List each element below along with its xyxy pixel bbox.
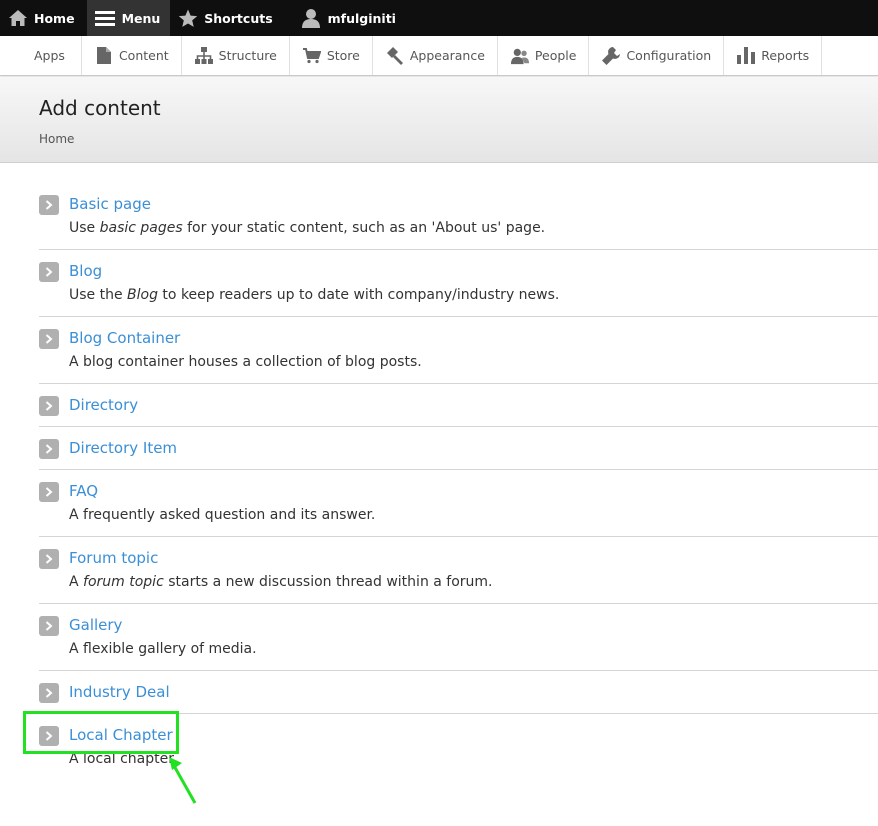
- content-type-link[interactable]: Gallery: [69, 616, 122, 634]
- description-text: A: [69, 574, 84, 590]
- user-icon: [301, 8, 322, 29]
- content-type-link[interactable]: Directory: [69, 396, 138, 414]
- description-text: for your static content, such as an 'Abo…: [182, 220, 546, 236]
- content-type-row: Directory Item: [39, 427, 878, 469]
- page-header: Add content Home: [0, 77, 878, 163]
- content-type-description: A forum topic starts a new discussion th…: [39, 571, 878, 603]
- star-icon: [177, 8, 198, 29]
- tray-item-reports[interactable]: Reports: [724, 36, 823, 75]
- chevron-right-icon[interactable]: [39, 328, 59, 349]
- chevron-right-icon[interactable]: [39, 725, 59, 746]
- content-type-description: A local chapter.: [39, 748, 878, 780]
- content-type-description: Use the Blog to keep readers up to date …: [39, 284, 878, 316]
- content-type-row: Directory: [39, 384, 878, 426]
- tray-item-label: Content: [118, 48, 169, 63]
- home-icon: [7, 8, 28, 29]
- toolbar-user[interactable]: mfulginiti: [283, 0, 406, 36]
- admin-tray: Apps Content Structure Store Appearance …: [0, 36, 878, 76]
- chevron-right-icon[interactable]: [39, 548, 59, 569]
- description-emphasis: Blog: [127, 287, 158, 303]
- toolbar-menu-label: Menu: [121, 10, 161, 26]
- tray-item-label: Apps: [34, 48, 65, 63]
- description-text: starts a new discussion thread within a …: [163, 574, 493, 590]
- toolbar-home[interactable]: Home: [0, 0, 85, 36]
- content-type-local-chapter: Local Chapter A local chapter.: [39, 714, 878, 780]
- paint-icon: [386, 46, 404, 65]
- description-text: A local chapter.: [69, 751, 178, 767]
- content-type-description: A frequently asked question and its answ…: [39, 504, 878, 536]
- breadcrumb-home-link[interactable]: Home: [39, 132, 74, 146]
- tray-item-label: People: [534, 48, 577, 63]
- toolbar-shortcuts[interactable]: Shortcuts: [170, 0, 282, 36]
- tray-item-appearance[interactable]: Appearance: [373, 36, 498, 75]
- description-text: A frequently asked question and its answ…: [69, 507, 376, 523]
- description-text: Use the: [69, 287, 128, 303]
- tray-item-apps[interactable]: Apps: [19, 36, 82, 75]
- content-type-link[interactable]: Blog: [69, 262, 102, 280]
- description-text: to keep readers up to date with company/…: [157, 287, 560, 303]
- description-text: A blog container houses a collection of …: [69, 354, 422, 370]
- content-type-link[interactable]: Blog Container: [69, 329, 180, 347]
- toolbar-user-label: mfulginiti: [327, 10, 396, 26]
- content-type-description: A blog container houses a collection of …: [39, 351, 878, 383]
- bar-chart-icon: [737, 47, 756, 65]
- content-type-description: Use basic pages for your static content,…: [39, 217, 878, 249]
- file-icon: [95, 47, 113, 65]
- chevron-right-icon[interactable]: [39, 261, 59, 282]
- tray-item-label: Store: [326, 48, 360, 63]
- tray-item-label: Reports: [761, 48, 810, 63]
- admin-toolbar: Home Menu Shortcuts mfulginiti: [0, 0, 878, 36]
- people-icon: [510, 47, 529, 65]
- chevron-right-icon[interactable]: [39, 481, 59, 502]
- chevron-right-icon[interactable]: [39, 395, 59, 416]
- content-type-blog-container: Blog Container A blog container houses a …: [39, 317, 878, 384]
- content-type-list: Basic page Use basic pages for your stati…: [39, 183, 878, 780]
- content-type-blog: Blog Use the Blog to keep readers up to d…: [39, 250, 878, 317]
- content-type-industry-deal: Industry Deal: [39, 671, 878, 714]
- content-type-forum-topic: Forum topic A forum topic starts a new di…: [39, 537, 878, 604]
- toolbar-shortcuts-label: Shortcuts: [204, 10, 273, 26]
- wrench-icon: [602, 46, 621, 65]
- tray-item-people[interactable]: People: [498, 36, 590, 75]
- breadcrumb[interactable]: Home: [39, 132, 74, 146]
- tray-item-content[interactable]: Content: [82, 36, 182, 75]
- description-text: A flexible gallery of media.: [69, 641, 257, 657]
- content-type-link[interactable]: Basic page: [69, 195, 151, 213]
- content-type-directory-item: Directory Item: [39, 427, 878, 470]
- content-type-link[interactable]: FAQ: [69, 482, 98, 500]
- content-type-link[interactable]: Directory Item: [69, 439, 177, 457]
- sitemap-icon: [194, 47, 213, 65]
- content-type-link[interactable]: Forum topic: [69, 549, 158, 567]
- tray-item-label: Structure: [218, 48, 277, 63]
- hamburger-icon: [95, 8, 116, 29]
- chevron-right-icon[interactable]: [39, 682, 59, 703]
- content-type-link[interactable]: Local Chapter: [69, 726, 173, 744]
- content-type-row: Industry Deal: [39, 671, 878, 713]
- content-type-basic-page: Basic page Use basic pages for your stati…: [39, 183, 878, 250]
- content-type-gallery: Gallery A flexible gallery of media.: [39, 604, 878, 671]
- content-type-directory: Directory: [39, 384, 878, 427]
- page-title: Add content: [39, 96, 161, 120]
- description-text: Use: [69, 220, 100, 236]
- chevron-right-icon[interactable]: [39, 615, 59, 636]
- tray-item-structure[interactable]: Structure: [182, 36, 290, 75]
- chevron-right-icon[interactable]: [39, 194, 59, 215]
- chevron-right-icon[interactable]: [39, 438, 59, 459]
- tray-item-label: Appearance: [409, 48, 485, 63]
- tray-item-configuration[interactable]: Configuration: [589, 36, 725, 75]
- tray-item-store[interactable]: Store: [290, 36, 373, 75]
- content-type-link[interactable]: Industry Deal: [69, 683, 170, 701]
- cart-icon: [302, 47, 321, 65]
- description-emphasis: basic pages: [99, 220, 183, 236]
- toolbar-menu[interactable]: Menu: [86, 0, 171, 36]
- description-emphasis: forum topic: [83, 574, 164, 590]
- content-type-description: A flexible gallery of media.: [39, 638, 878, 670]
- tray-item-label: Configuration: [626, 48, 712, 63]
- content-type-faq: FAQ A frequently asked question and its a…: [39, 470, 878, 537]
- toolbar-home-label: Home: [34, 10, 75, 26]
